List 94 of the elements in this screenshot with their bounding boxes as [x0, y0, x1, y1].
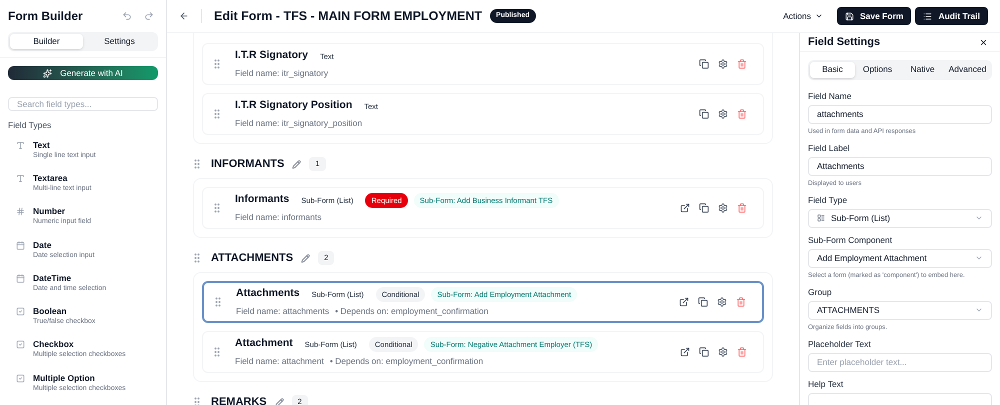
list-icon: [923, 12, 932, 20]
field-name-text: Field name: itr_signatory_position: [235, 117, 362, 130]
copy-icon[interactable]: [698, 297, 708, 307]
settings-icon[interactable]: [718, 203, 728, 213]
copy-icon[interactable]: [699, 347, 709, 357]
field-settings-tab[interactable]: Options: [855, 62, 900, 78]
field-label: I.T.R Signatory Position: [235, 98, 352, 114]
setting-label: Group: [808, 286, 833, 298]
calendar-icon: [16, 274, 25, 283]
audit-trail-button[interactable]: Audit Trail: [915, 7, 988, 25]
field-type-label: Checkbox: [33, 338, 75, 350]
depends-text: • Depends on: employment_confirmation: [335, 305, 488, 318]
calendar-icon: [16, 240, 25, 250]
setting-label: Field Label: [808, 142, 851, 154]
chevron-icon: [814, 12, 823, 20]
text-type-icon: [16, 140, 25, 150]
page-title: Edit Form - TFS - MAIN FORM EMPLOYMENT: [214, 8, 482, 25]
field-label: Attachment: [235, 336, 293, 352]
external-link-icon[interactable]: [680, 347, 690, 357]
field-settings-tab[interactable]: Native: [900, 62, 945, 78]
external-link-icon[interactable]: [680, 203, 690, 213]
edit-icon[interactable]: [292, 160, 302, 168]
settings-icon[interactable]: [718, 347, 728, 357]
edit-icon[interactable]: [274, 398, 284, 405]
field-name-text: Field name: informants: [235, 211, 322, 224]
sidebar-tab[interactable]: Builder: [10, 34, 83, 49]
select-value: Sub-Form (List): [831, 212, 892, 224]
generate-ai-button[interactable]: Generate with AI: [8, 66, 158, 80]
sparkles-icon: [43, 68, 52, 78]
field-type-label: Boolean: [33, 305, 68, 318]
settings-icon[interactable]: [718, 109, 728, 119]
undo-icon: [122, 11, 132, 21]
setting-label: Field Name: [808, 90, 852, 102]
copy-icon[interactable]: [699, 203, 709, 213]
text-field[interactable]: attachments: [808, 104, 992, 124]
field-name-text: Field name: attachment: [235, 355, 324, 368]
select-field[interactable]: Add Employment Attachment: [808, 248, 992, 268]
field-label: Informants: [235, 192, 290, 208]
settings-icon[interactable]: [718, 59, 728, 69]
field-type-label: Number: [33, 205, 66, 218]
text-field[interactable]: Enter placeholder text...: [808, 352, 992, 372]
delete-icon[interactable]: [737, 59, 747, 69]
sidebar-title: Form Builder: [8, 8, 83, 25]
field-settings-tab[interactable]: Advanced: [945, 62, 990, 78]
section-title: Field Types: [7, 118, 52, 132]
copy-icon[interactable]: [699, 59, 709, 69]
copy-icon[interactable]: [699, 109, 709, 119]
settings-icon[interactable]: [717, 297, 727, 307]
redo-icon: [144, 11, 154, 21]
delete-icon[interactable]: [737, 109, 747, 119]
depends-text: • Depends on: employment_confirmation: [330, 355, 484, 368]
text-field[interactable]: Attachments: [808, 156, 992, 176]
field-label: I.T.R Signatory: [235, 48, 308, 64]
chevron-icon: [975, 214, 983, 222]
edit-icon[interactable]: [301, 254, 310, 262]
setting-label: Placeholder Text: [808, 338, 872, 350]
field-type-label: Textarea: [33, 172, 68, 184]
setting-label: Help Text: [808, 378, 844, 390]
setting-label: Field Type: [808, 194, 848, 206]
group-title: INFORMANTS: [211, 156, 284, 172]
field-type-label: Date: [33, 238, 52, 251]
select-value: ATTACHMENTS: [817, 304, 880, 316]
delete-icon[interactable]: [737, 203, 747, 213]
field-type-label: Text: [33, 138, 51, 151]
checkbox-icon: [16, 307, 25, 316]
field-settings-tab[interactable]: Basic: [810, 62, 855, 78]
save-form-button[interactable]: Save Form: [836, 7, 912, 25]
field-type-label: Multiple Option: [33, 372, 96, 384]
delete-icon[interactable]: [737, 347, 747, 357]
sidebar-tab[interactable]: Settings: [83, 34, 156, 49]
close-icon[interactable]: [979, 38, 988, 47]
group-title: REMARKS: [211, 394, 267, 405]
text-type-icon: [16, 174, 25, 183]
actions-button[interactable]: Actions: [775, 7, 831, 25]
save-icon: [844, 12, 854, 20]
select-field[interactable]: Sub-Form (List): [808, 208, 992, 228]
select-field[interactable]: ATTACHMENTS: [808, 300, 992, 320]
setting-label: Sub-Form Component: [808, 234, 894, 246]
back-icon[interactable]: [179, 11, 189, 21]
checkbox-icon: [16, 374, 25, 383]
external-link-icon[interactable]: [679, 297, 689, 307]
checkbox-icon: [16, 340, 25, 350]
search-field[interactable]: Search field types...: [8, 97, 158, 111]
chevron-icon: [975, 306, 983, 314]
hash-icon: [16, 207, 25, 216]
delete-icon[interactable]: [736, 297, 746, 307]
field-name-text: Field name: itr_signatory: [235, 67, 328, 80]
select-value: Add Employment Attachment: [817, 252, 928, 264]
field-label: Attachments: [236, 286, 300, 302]
panel-title: Field Settings: [808, 35, 880, 50]
group-title: ATTACHMENTS: [211, 250, 294, 266]
chevron-icon: [975, 254, 983, 262]
field-type-label: DateTime: [33, 272, 72, 284]
field-name-text: Field name: attachments: [236, 305, 330, 318]
